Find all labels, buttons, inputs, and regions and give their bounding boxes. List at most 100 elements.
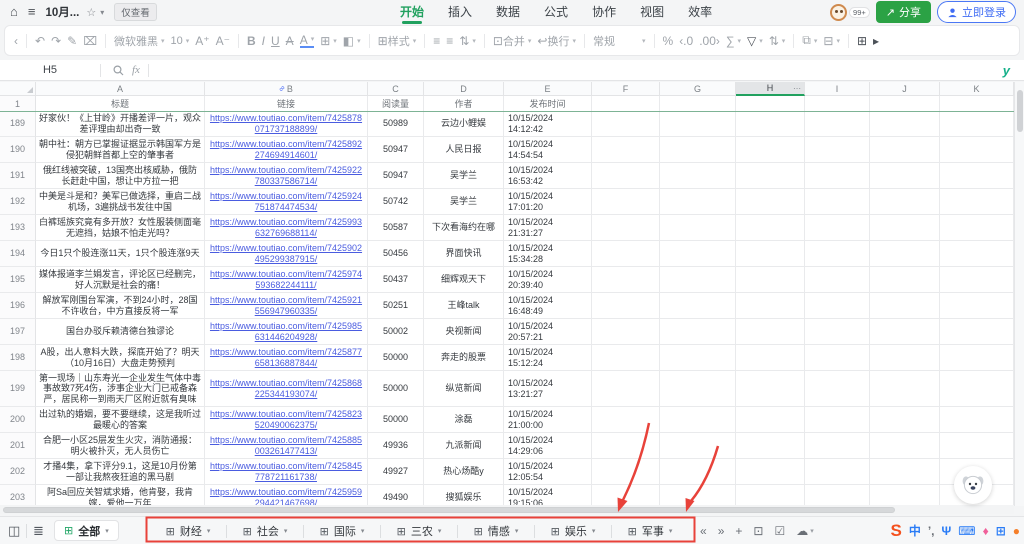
cell-title[interactable]: 白裤瑶族究竟有多开放？女性服装侧面毫无遮挡，姑娘不怕走光吗？ xyxy=(36,215,205,241)
font-size-select[interactable]: 10 ▾ xyxy=(171,35,190,47)
empty-cell[interactable] xyxy=(592,407,660,433)
cell-author[interactable]: 云边小鲤娱 xyxy=(424,111,504,137)
cell-time[interactable]: 10/15/2024 20:39:40 xyxy=(504,267,592,293)
empty-cell[interactable] xyxy=(660,293,736,319)
empty-cell[interactable] xyxy=(940,241,1014,267)
cell-reads[interactable]: 50000 xyxy=(368,345,424,371)
empty-cell[interactable] xyxy=(870,407,940,433)
empty-cell[interactable] xyxy=(592,371,660,407)
empty-cell[interactable] xyxy=(660,319,736,345)
sum-icon[interactable]: ∑ ▾ xyxy=(726,34,741,48)
empty-cell[interactable] xyxy=(592,459,660,485)
empty-cell[interactable] xyxy=(592,293,660,319)
cell-title[interactable]: 媒体报道李兰娟发言，评论区已经删完，好人沉默是社会的痛！ xyxy=(36,267,205,293)
empty-cell[interactable] xyxy=(805,371,870,407)
empty-cell[interactable] xyxy=(805,137,870,163)
empty-cell[interactable] xyxy=(592,267,660,293)
cell-author[interactable]: 吴学兰 xyxy=(424,189,504,215)
search-icon[interactable] xyxy=(113,64,124,76)
empty-cell[interactable] xyxy=(805,319,870,345)
cell-author[interactable]: 九派新闻 xyxy=(424,433,504,459)
cell-reads[interactable]: 49927 xyxy=(368,459,424,485)
cell-title[interactable]: 好家伙！《上甘岭》开播差评一片，观众差评理由却出奇一致 xyxy=(36,111,205,137)
cell-name-box[interactable]: H5 xyxy=(0,64,100,76)
cell-reads[interactable]: 50587 xyxy=(368,215,424,241)
cell-author[interactable]: 热心炀酷y xyxy=(424,459,504,485)
cell-reads[interactable]: 50251 xyxy=(368,293,424,319)
sheet-tab-all[interactable]: ⊞ 全部 ▾ xyxy=(54,520,119,541)
empty-cell[interactable] xyxy=(940,189,1014,215)
merge-cells-button[interactable]: ⊡ 合并 ▾ xyxy=(493,33,532,49)
menu-tab-协作[interactable]: 协作 xyxy=(592,1,616,23)
empty-cell[interactable] xyxy=(736,137,805,163)
cell-time[interactable]: 10/15/2024 21:00:00 xyxy=(504,407,592,433)
empty-cell[interactable] xyxy=(736,433,805,459)
empty-cell[interactable] xyxy=(736,293,805,319)
column-header-E[interactable]: E xyxy=(504,82,592,96)
collapse-toolbar-icon[interactable]: ‹ xyxy=(14,34,18,48)
column-header-G[interactable]: G xyxy=(660,82,736,96)
cell-link[interactable]: https://www.toutiao.com/item/74259745936… xyxy=(205,267,368,293)
empty-cell[interactable] xyxy=(870,215,940,241)
cell-link[interactable]: https://www.toutiao.com/item/74258457787… xyxy=(205,459,368,485)
cell-title[interactable]: 合肥一小区25层发生火灾，消防通报：明火被扑灭，无人员伤亡 xyxy=(36,433,205,459)
menu-tab-插入[interactable]: 插入 xyxy=(448,1,472,23)
strikethrough-icon[interactable]: A xyxy=(286,34,294,48)
number-format-select[interactable]: 常规 ▾ xyxy=(593,33,646,49)
menu-tab-效率[interactable]: 效率 xyxy=(688,1,712,23)
column-header-F[interactable]: F xyxy=(592,82,660,96)
empty-cell[interactable] xyxy=(940,111,1014,137)
empty-cell[interactable] xyxy=(660,433,736,459)
cell-time[interactable]: 10/15/2024 17:01:20 xyxy=(504,189,592,215)
cell-link[interactable]: https://www.toutiao.com/item/74259856314… xyxy=(205,319,368,345)
next-sheets-icon[interactable]: » xyxy=(718,524,725,538)
vertical-scrollbar[interactable] xyxy=(1014,82,1024,506)
cell-link[interactable]: https://www.toutiao.com/item/74258922746… xyxy=(205,137,368,163)
column-header-B[interactable]: ∞ B xyxy=(205,82,368,96)
tray-app-icon[interactable]: ● xyxy=(1013,517,1020,544)
header-cell-I[interactable] xyxy=(805,96,870,111)
empty-cell[interactable] xyxy=(660,163,736,189)
ai-assistant-icon[interactable]: y xyxy=(1003,63,1010,78)
empty-cell[interactable] xyxy=(592,163,660,189)
empty-cell[interactable] xyxy=(870,241,940,267)
sheet-tab-国际[interactable]: ⊞ 国际 ▾ xyxy=(304,523,380,539)
document-title[interactable]: 10月... xyxy=(45,4,79,20)
filter-icon[interactable]: ▽ ▾ xyxy=(747,34,763,48)
empty-cell[interactable] xyxy=(805,241,870,267)
cell-author[interactable]: 细辉观天下 xyxy=(424,267,504,293)
empty-cell[interactable] xyxy=(805,293,870,319)
cell-title[interactable]: A股，出人意料大跌，探底开始了？明天（10月16日）大盘走势预判 xyxy=(36,345,205,371)
chinese-mode-icon[interactable]: 中 xyxy=(909,517,921,544)
freeze-panes-icon[interactable]: ⊟ ▾ xyxy=(823,34,840,48)
header-cell-E[interactable]: 发布时间 xyxy=(504,96,592,111)
more-toolbar-icon[interactable]: ▸ xyxy=(873,34,879,48)
cell-link[interactable]: https://www.toutiao.com/item/74259247518… xyxy=(205,189,368,215)
cloud-sync-icon[interactable]: ☁ ▾ xyxy=(796,524,814,538)
empty-cell[interactable] xyxy=(940,371,1014,407)
cell-author[interactable]: 下次看海约在哪 xyxy=(424,215,504,241)
empty-cell[interactable] xyxy=(660,241,736,267)
empty-cell[interactable] xyxy=(805,433,870,459)
home-icon[interactable]: ⌂ xyxy=(10,0,18,24)
font-decrease-icon[interactable]: A⁻ xyxy=(216,34,230,48)
cell-reads[interactable]: 50989 xyxy=(368,111,424,137)
empty-cell[interactable] xyxy=(660,371,736,407)
add-sheet-button[interactable]: + xyxy=(735,524,742,538)
share-button[interactable]: ↗ 分享 xyxy=(875,1,931,23)
cell-link[interactable]: https://www.toutiao.com/item/74258780717… xyxy=(205,111,368,137)
cell-time[interactable]: 10/15/2024 13:21:27 xyxy=(504,371,592,407)
sort-icon[interactable]: ⇅ ▾ xyxy=(769,34,786,48)
column-header-K[interactable]: K xyxy=(940,82,1014,96)
empty-cell[interactable] xyxy=(805,163,870,189)
empty-cell[interactable] xyxy=(736,111,805,137)
cell-time[interactable]: 10/15/2024 14:54:54 xyxy=(504,137,592,163)
cell-link[interactable]: https://www.toutiao.com/item/74258850032… xyxy=(205,433,368,459)
format-painter-icon[interactable]: ✎ xyxy=(67,34,77,48)
empty-cell[interactable] xyxy=(805,267,870,293)
empty-cell[interactable] xyxy=(940,319,1014,345)
decrease-decimal-icon[interactable]: ‹.0 xyxy=(679,34,693,48)
sheet-tab-财经[interactable]: ⊞ 财经 ▾ xyxy=(150,523,226,539)
empty-cell[interactable] xyxy=(870,111,940,137)
cell-author[interactable]: 纵览新闻 xyxy=(424,371,504,407)
